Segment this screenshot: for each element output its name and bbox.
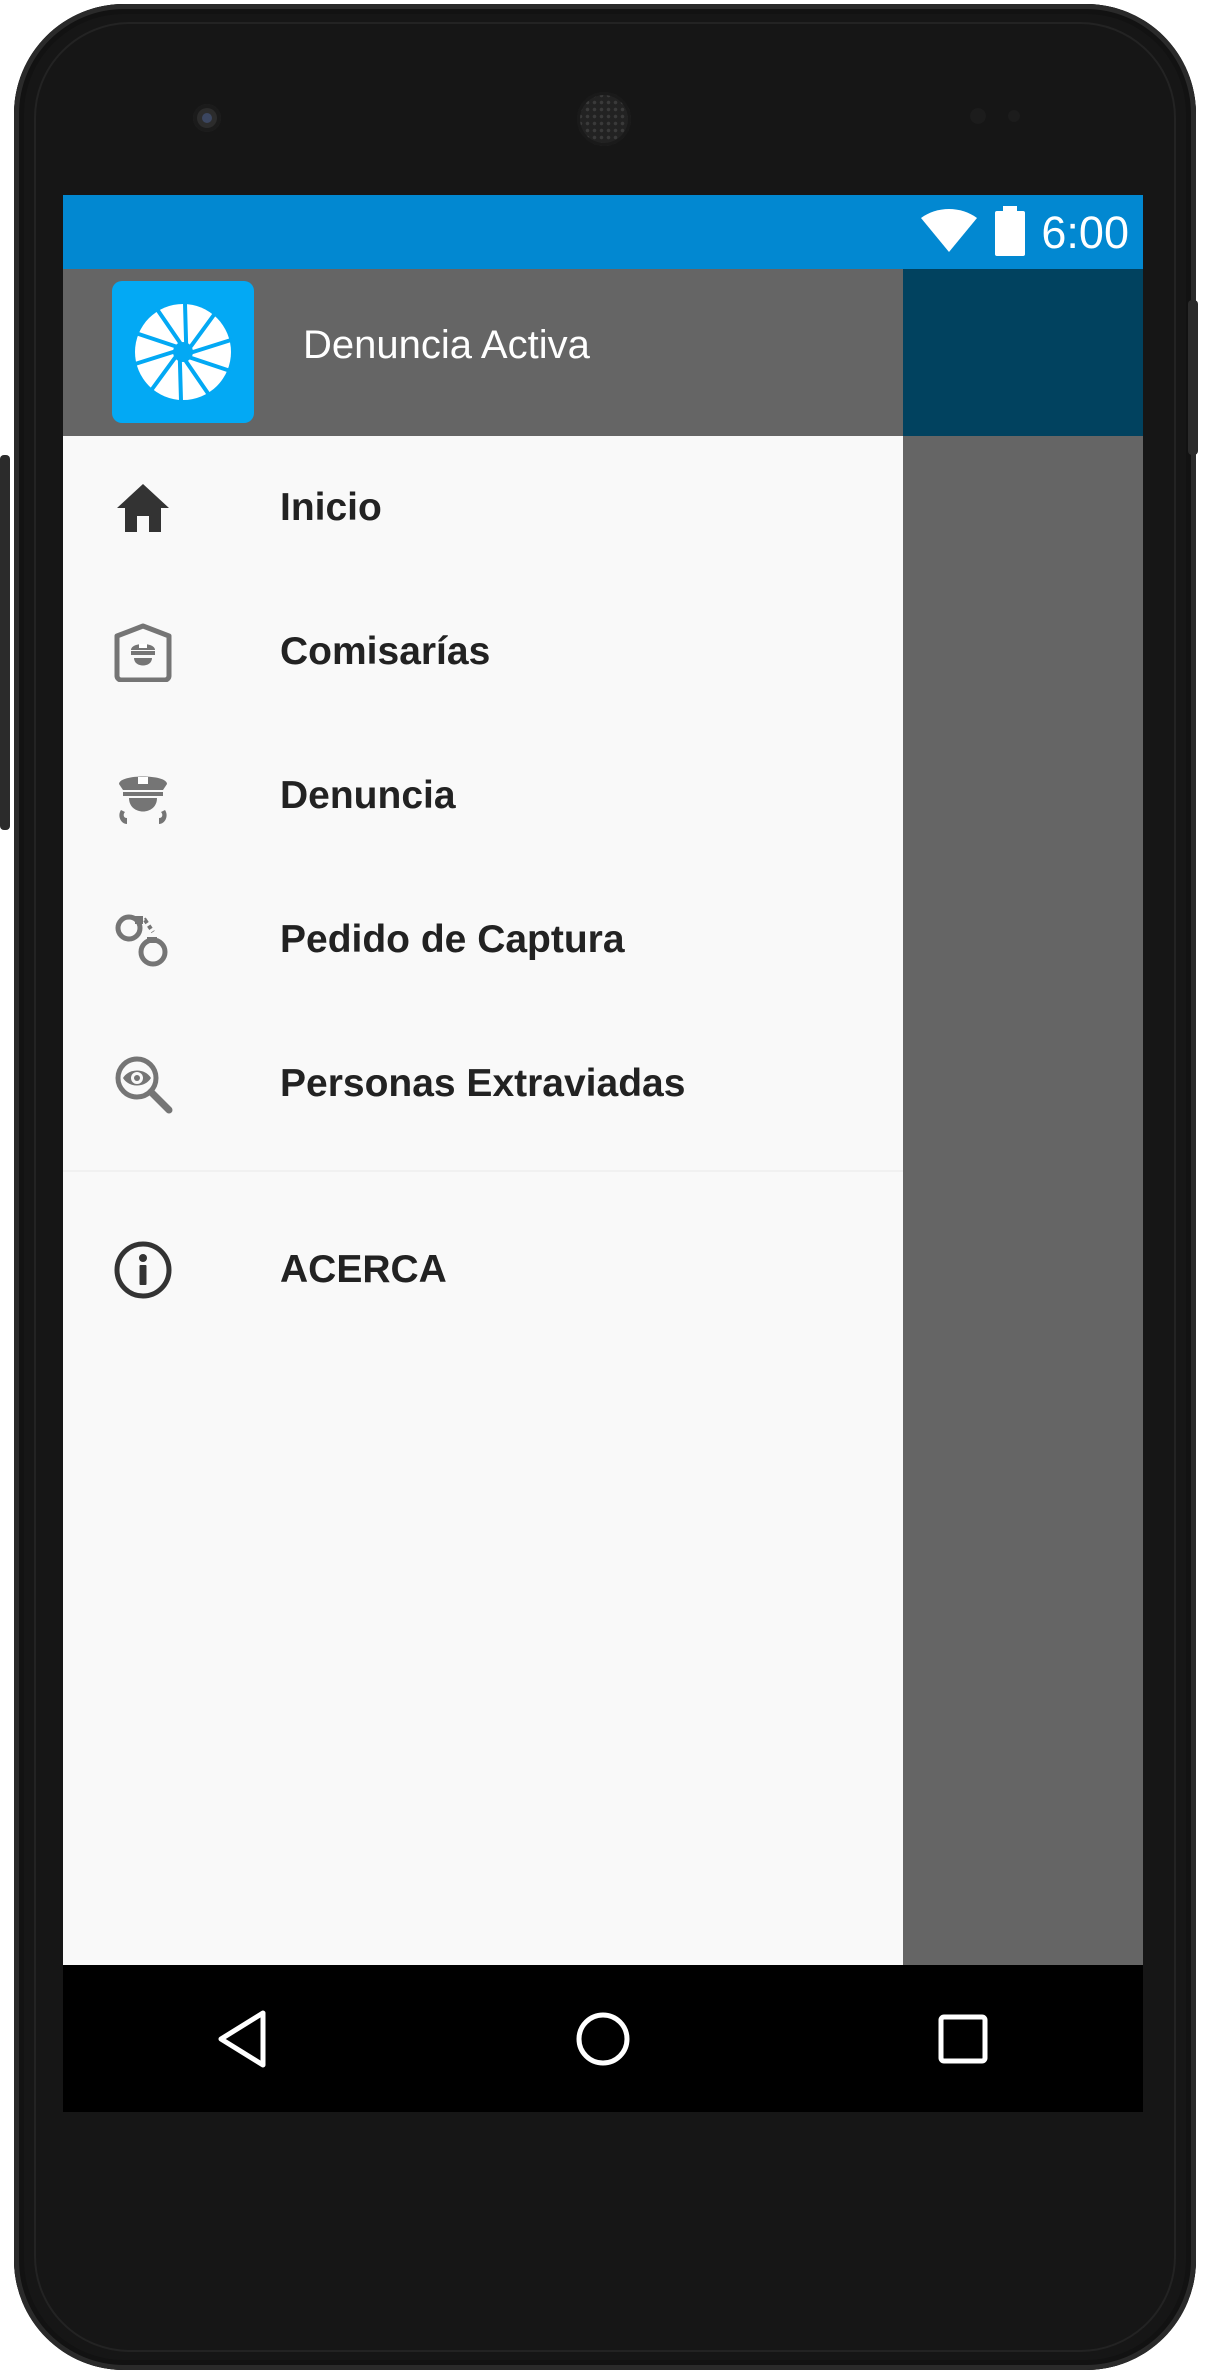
drawer-divider bbox=[63, 1170, 903, 1172]
light-sensor bbox=[1008, 110, 1020, 122]
drawer-item-label: Denuncia bbox=[280, 774, 456, 817]
drawer-item-label: Comisarías bbox=[280, 630, 491, 673]
drawer-item-label: Pedido de Captura bbox=[280, 918, 625, 961]
battery-icon bbox=[993, 205, 1027, 261]
power-button bbox=[0, 455, 10, 830]
volume-button bbox=[1188, 300, 1198, 455]
earpiece-speaker bbox=[577, 92, 631, 146]
info-icon bbox=[113, 1240, 173, 1300]
front-camera bbox=[193, 104, 221, 132]
drawer-menu: Inicio Comisarías Denuncia Pedido de Cap… bbox=[63, 436, 903, 1342]
home-icon bbox=[113, 478, 173, 538]
drawer-item-pedido-de-captura[interactable]: Pedido de Captura bbox=[63, 868, 903, 1012]
drawer-item-denuncia[interactable]: Denuncia bbox=[63, 724, 903, 868]
system-navigation-bar bbox=[63, 1965, 1143, 2112]
navigation-drawer: Denuncia Activa Inicio Comisarías Denunc… bbox=[63, 269, 903, 1965]
drawer-item-personas-extraviadas[interactable]: Personas Extraviadas bbox=[63, 1012, 903, 1156]
search-eye-icon bbox=[113, 1054, 173, 1114]
drawer-item-label: Personas Extraviadas bbox=[280, 1062, 686, 1105]
status-icons: 6:00 bbox=[919, 203, 1129, 263]
handcuffs-icon bbox=[113, 910, 173, 970]
drawer-item-label: Inicio bbox=[280, 486, 382, 529]
drawer-item-comisarias[interactable]: Comisarías bbox=[63, 580, 903, 724]
phone-screen: 6:00 Denuncia Activa Inicio Comisarías D… bbox=[63, 195, 1143, 2112]
app-bar-behind-scrim bbox=[903, 269, 1143, 436]
status-time: 6:00 bbox=[1041, 207, 1129, 258]
recents-icon[interactable] bbox=[931, 2007, 995, 2071]
aperture-logo-icon bbox=[112, 281, 254, 423]
home-circle-icon[interactable] bbox=[571, 2007, 635, 2071]
wifi-icon bbox=[919, 208, 979, 259]
proximity-sensor bbox=[970, 108, 986, 124]
drawer-header-title: Denuncia Activa bbox=[303, 323, 590, 367]
drawer-item-inicio[interactable]: Inicio bbox=[63, 436, 903, 580]
status-bar: 6:00 bbox=[63, 195, 1143, 269]
drawer-header: Denuncia Activa bbox=[63, 269, 903, 436]
police-station-icon bbox=[113, 622, 173, 683]
drawer-item-acerca[interactable]: ACERCA bbox=[63, 1198, 903, 1342]
police-officer-icon bbox=[113, 766, 173, 826]
drawer-item-label: ACERCA bbox=[280, 1248, 447, 1291]
back-icon[interactable] bbox=[213, 2007, 277, 2071]
